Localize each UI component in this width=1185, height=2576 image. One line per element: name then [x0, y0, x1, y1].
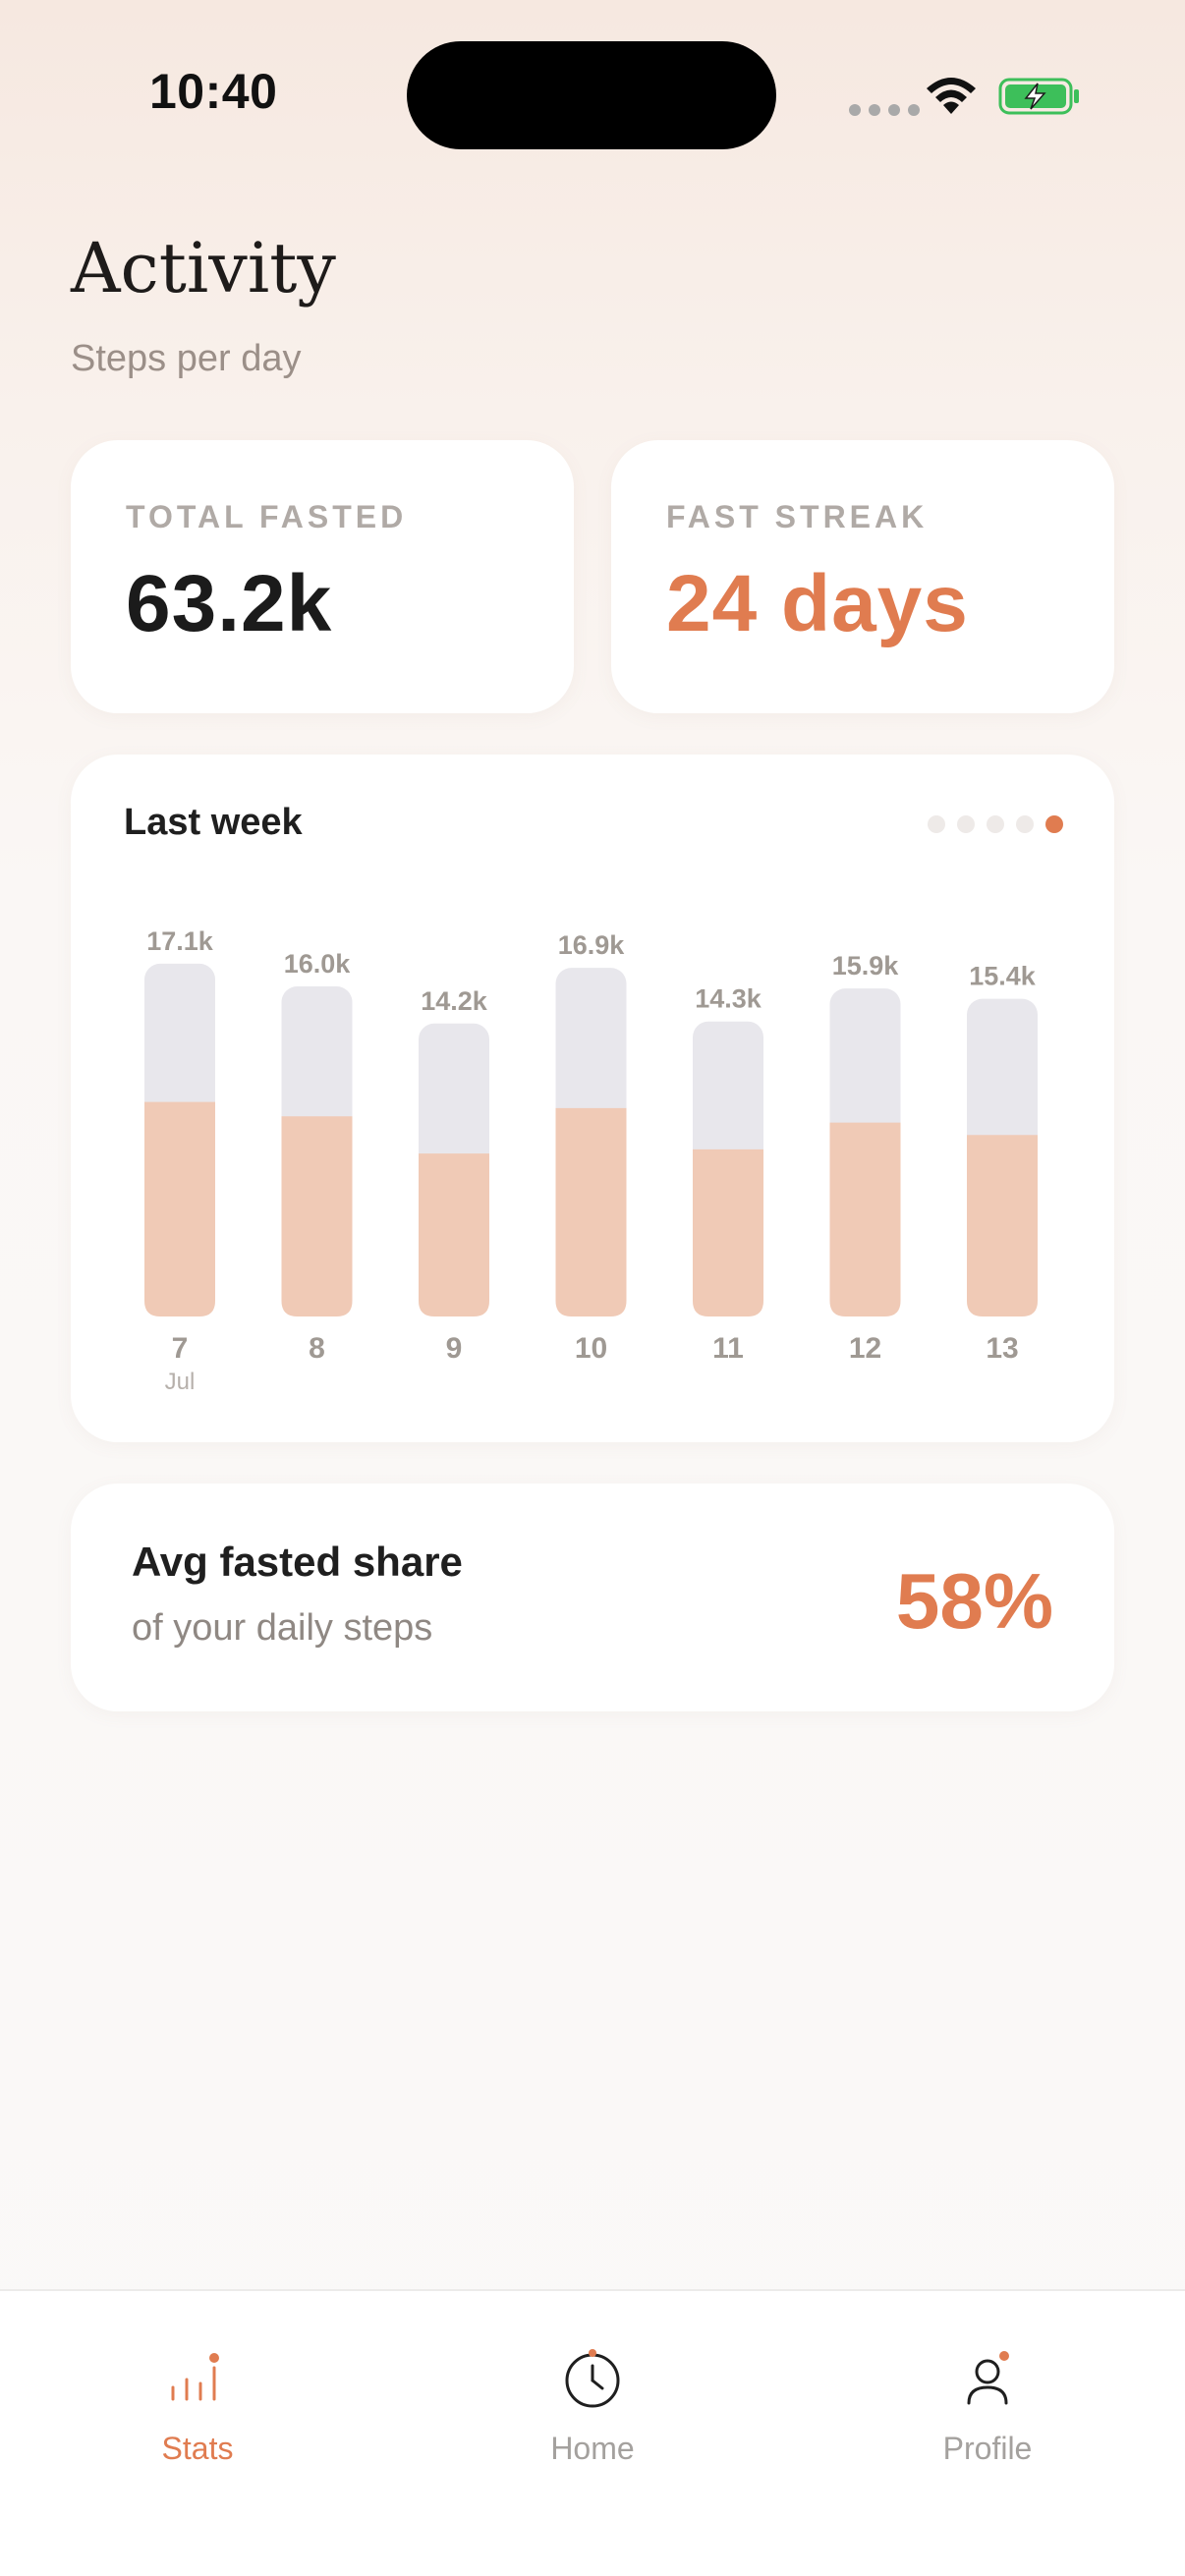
tab-stats-label: Stats — [161, 2431, 234, 2466]
battery-icon — [998, 78, 1079, 115]
x-tick-label: 10 — [575, 1332, 607, 1365]
page-subtitle: Steps per day — [71, 338, 302, 379]
bar-fasted — [693, 1148, 763, 1316]
x-tick-label: 13 — [986, 1332, 1018, 1365]
tab-profile-label: Profile — [942, 2431, 1033, 2466]
stats-icon — [171, 2353, 219, 2401]
x-tick-label: 8 — [309, 1332, 325, 1365]
total-fasted-value: 63.2k — [126, 559, 333, 648]
bar-value-label: 17.1k — [146, 926, 214, 956]
tab-home[interactable]: Home — [395, 2291, 790, 2488]
wifi-icon — [927, 78, 976, 114]
x-tick-label: 12 — [849, 1332, 881, 1365]
total-fasted-card: TOTAL FASTED 63.2k — [71, 440, 574, 713]
avg-fasted-subtitle: of your daily steps — [132, 1607, 433, 1649]
fast-streak-card: FAST STREAK 24 days — [611, 440, 1114, 713]
page-title: Activity — [71, 228, 336, 308]
tab-stats[interactable]: Stats — [0, 2291, 395, 2488]
status-time: 10:40 — [149, 64, 278, 119]
bar-value-label: 15.4k — [969, 962, 1037, 991]
bar-fasted — [144, 1101, 215, 1316]
tab-home-label: Home — [550, 2431, 635, 2466]
avg-fasted-share-card: Avg fasted share of your daily steps 58% — [71, 1484, 1114, 1711]
x-tick-label: 7 — [172, 1332, 189, 1365]
weekly-chart-card[interactable]: Last week 17.1k 7 Jul 16.0k 8 14.2k 9 16.9k 10 14… — [71, 755, 1114, 1442]
bar-fasted — [281, 1116, 353, 1316]
profile-icon — [967, 2351, 1009, 2405]
bar-value-label: 14.2k — [421, 986, 488, 1016]
clock-icon — [565, 2349, 620, 2408]
bar-fasted — [967, 1135, 1038, 1316]
bar-value-label: 14.3k — [695, 984, 762, 1014]
tab-profile[interactable]: Profile — [790, 2291, 1185, 2488]
dynamic-island — [407, 41, 776, 149]
x-tick-label: 9 — [446, 1332, 463, 1365]
tab-bar: Stats Home Profile — [0, 2289, 1185, 2576]
bar-value-label: 16.9k — [558, 930, 626, 960]
bar-fasted — [419, 1153, 489, 1316]
month-label: Jul — [165, 1369, 196, 1395]
avg-fasted-value: 58% — [895, 1557, 1053, 1645]
bar-value-label: 16.0k — [284, 949, 352, 979]
fast-streak-value: 24 days — [666, 559, 969, 648]
steps-bar-chart: 17.1k 7 Jul 16.0k 8 14.2k 9 16.9k 10 14.3k 11 15.9k… — [144, 926, 1038, 1395]
avg-fasted-title: Avg fasted share — [132, 1539, 463, 1585]
fast-streak-label: FAST STREAK — [666, 499, 929, 534]
bar-fasted — [829, 1122, 901, 1316]
x-tick-label: 11 — [712, 1332, 744, 1365]
bar-value-label: 15.9k — [832, 951, 900, 980]
bar-fasted — [555, 1107, 627, 1316]
total-fasted-label: TOTAL FASTED — [126, 499, 408, 534]
cellular-signal-icon — [849, 104, 920, 116]
